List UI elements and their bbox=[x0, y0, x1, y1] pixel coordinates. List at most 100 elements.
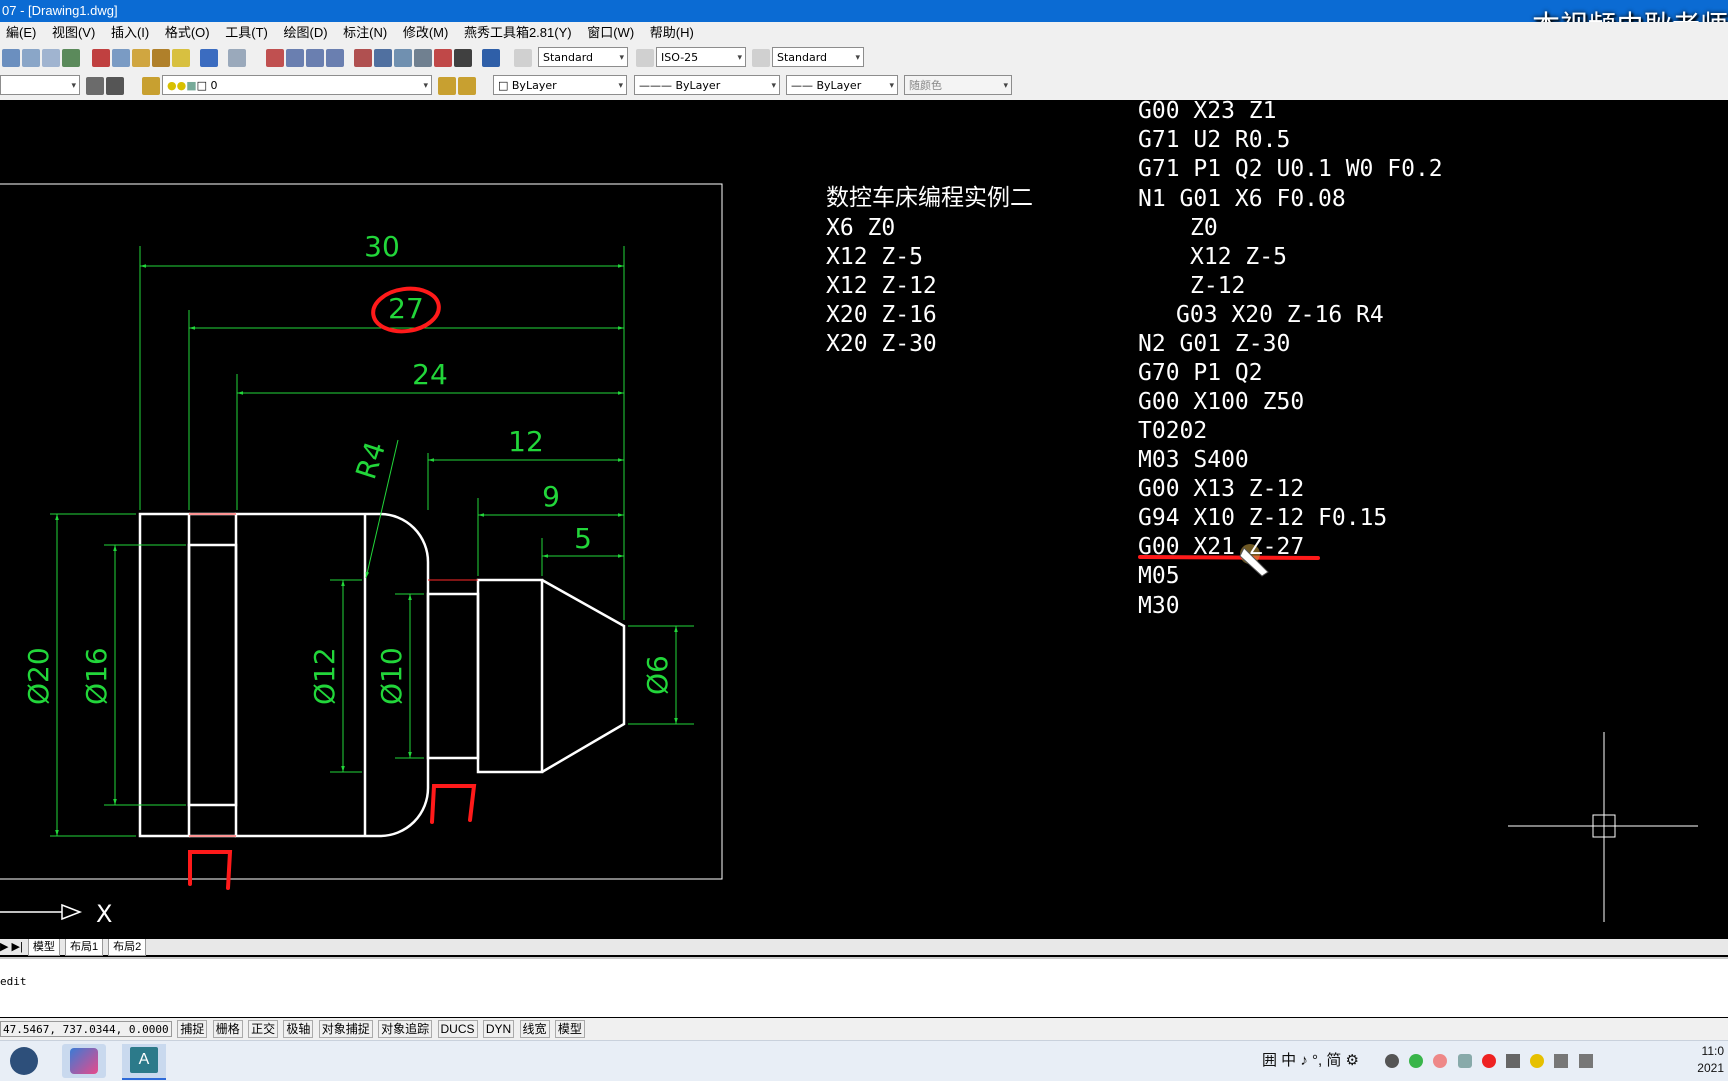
drawing-svg[interactable]: 30 27 24 12 9 5 R4 Ø20 Ø16 Ø12 Ø10 Ø6 X … bbox=[0, 98, 1728, 940]
plot-icon[interactable] bbox=[2, 49, 20, 67]
dim-text-27: 27 bbox=[388, 292, 424, 325]
sheet-set-icon[interactable] bbox=[414, 49, 432, 67]
tray-tool-icon[interactable] bbox=[1457, 1054, 1472, 1069]
program-line: Z0 bbox=[1190, 215, 1218, 241]
match-properties-icon[interactable] bbox=[152, 49, 170, 67]
tab-layout1[interactable]: 布局1 bbox=[64, 939, 104, 956]
color-select[interactable]: □ ByLayer ▾ bbox=[493, 75, 627, 95]
model-toggle[interactable]: 模型 bbox=[554, 1020, 585, 1038]
grid-toggle[interactable]: 栅格 bbox=[212, 1020, 243, 1038]
dim-text-dia12: Ø12 bbox=[308, 647, 341, 705]
menu-modify[interactable]: 修改(M) bbox=[397, 22, 455, 44]
status-bar: 47.5467, 737.0344, 0.0000 捕捉 栅格 正交 极轴 对象… bbox=[0, 1018, 1728, 1040]
drawing-heading: 数控车床编程实例二 bbox=[826, 185, 1033, 211]
program-line: M03 S400 bbox=[1138, 447, 1249, 473]
menu-help[interactable]: 帮助(H) bbox=[644, 22, 700, 44]
dim-style-icon bbox=[636, 49, 654, 67]
program-line: G00 X23 Z1 bbox=[1138, 100, 1276, 124]
menu-format[interactable]: 格式(O) bbox=[159, 22, 216, 44]
zoom-previous-icon[interactable] bbox=[326, 49, 344, 67]
tab-nav-prev-icon[interactable]: ▶ bbox=[0, 941, 8, 953]
tray-plus-icon[interactable] bbox=[1530, 1054, 1545, 1069]
menu-dimension[interactable]: 标注(N) bbox=[337, 22, 393, 44]
ime-indicator[interactable]: 囲 中 ♪ °, 简 ⚙ bbox=[1262, 1052, 1359, 1069]
notification-icon[interactable] bbox=[1505, 1054, 1520, 1069]
ucs-axis bbox=[0, 903, 83, 921]
point-line: X12 Z-5 bbox=[826, 244, 923, 270]
wechat-icon[interactable] bbox=[1409, 1054, 1424, 1069]
menu-insert[interactable]: 插入(I) bbox=[105, 22, 155, 44]
tab-nav-last-icon[interactable]: ▶| bbox=[12, 941, 23, 953]
clock[interactable]: 11:0 2021 bbox=[1697, 1043, 1724, 1077]
layer-select[interactable]: ●●■□ 0 ▾ bbox=[162, 75, 432, 95]
tab-layout2[interactable]: 布局2 bbox=[108, 939, 147, 956]
copy-icon[interactable] bbox=[112, 49, 130, 67]
axis-x-label: X bbox=[96, 900, 112, 928]
3d-dwf-icon[interactable] bbox=[62, 49, 80, 67]
program-line: G00 X100 Z50 bbox=[1138, 389, 1304, 415]
dim-text-dia20: Ø20 bbox=[22, 647, 55, 705]
tray-app-icon[interactable] bbox=[1385, 1054, 1400, 1069]
save-workspace-icon[interactable] bbox=[106, 77, 124, 95]
zoom-realtime-icon[interactable] bbox=[286, 49, 304, 67]
program-line: X12 Z-5 bbox=[1190, 244, 1287, 270]
pan-icon[interactable] bbox=[266, 49, 284, 67]
menu-window[interactable]: 窗口(W) bbox=[581, 22, 640, 44]
tab-model[interactable]: 模型 bbox=[27, 939, 60, 956]
ducs-toggle[interactable]: DUCS bbox=[437, 1020, 478, 1038]
command-history-line: edit bbox=[0, 975, 27, 988]
program-line: G71 U2 R0.5 bbox=[1138, 127, 1290, 153]
dyn-toggle[interactable]: DYN bbox=[482, 1020, 515, 1038]
menu-tools[interactable]: 工具(T) bbox=[219, 22, 274, 44]
workspace-select[interactable]: ▾ bbox=[0, 75, 80, 95]
publish-icon[interactable] bbox=[42, 49, 60, 67]
properties-icon[interactable] bbox=[354, 49, 372, 67]
network-icon[interactable] bbox=[1578, 1054, 1593, 1069]
osnap-toggle[interactable]: 对象捕捉 bbox=[318, 1020, 373, 1038]
drawing-canvas[interactable]: 30 27 24 12 9 5 R4 Ø20 Ø16 Ø12 Ø10 Ø6 X … bbox=[0, 98, 1728, 940]
record-icon[interactable] bbox=[1481, 1054, 1496, 1069]
lineweight-toggle[interactable]: 线宽 bbox=[519, 1020, 550, 1038]
taskbar-app-media-icon[interactable] bbox=[62, 1044, 106, 1078]
command-line[interactable]: edit bbox=[0, 957, 1728, 1017]
menu-edit[interactable]: 編(E) bbox=[0, 22, 42, 44]
linetype-select[interactable]: ——— ByLayer ▾ bbox=[634, 75, 780, 95]
snap-toggle[interactable]: 捕捉 bbox=[177, 1020, 208, 1038]
markup-icon[interactable] bbox=[434, 49, 452, 67]
undo-icon[interactable] bbox=[200, 49, 218, 67]
workspace-settings-icon[interactable] bbox=[86, 77, 104, 95]
clock-time: 11:0 bbox=[1701, 1044, 1724, 1058]
table-style-select[interactable]: Standard ▾ bbox=[772, 47, 864, 67]
polar-toggle[interactable]: 极轴 bbox=[283, 1020, 314, 1038]
dim-style-select[interactable]: ISO-25 ▾ bbox=[656, 47, 746, 67]
calculator-icon[interactable] bbox=[454, 49, 472, 67]
zoom-window-icon[interactable] bbox=[306, 49, 324, 67]
menu-view[interactable]: 视图(V) bbox=[46, 22, 101, 44]
menu-draw[interactable]: 绘图(D) bbox=[277, 22, 333, 44]
paste-icon[interactable] bbox=[132, 49, 150, 67]
help-icon[interactable] bbox=[482, 49, 500, 67]
program-line: G00 X21 Z-27 bbox=[1138, 534, 1304, 560]
program-line: N2 G01 Z-30 bbox=[1138, 331, 1290, 357]
tool-palettes-icon[interactable] bbox=[394, 49, 412, 67]
lightbulb-icon: ● bbox=[167, 79, 177, 92]
menu-yanxiu-tools[interactable]: 燕秀工具箱2.81(Y) bbox=[458, 22, 578, 44]
design-center-icon[interactable] bbox=[374, 49, 392, 67]
lineweight-select[interactable]: —— ByLayer ▾ bbox=[786, 75, 898, 95]
ortho-toggle[interactable]: 正交 bbox=[248, 1020, 279, 1038]
cut-icon[interactable] bbox=[92, 49, 110, 67]
make-object-layer-current-icon[interactable] bbox=[438, 77, 456, 95]
qq-icon[interactable] bbox=[1433, 1054, 1448, 1069]
plot-preview-icon[interactable] bbox=[22, 49, 40, 67]
block-editor-icon[interactable] bbox=[172, 49, 190, 67]
layer-previous-icon[interactable] bbox=[458, 77, 476, 95]
start-icon[interactable] bbox=[10, 1047, 38, 1075]
redo-icon[interactable] bbox=[228, 49, 246, 67]
volume-icon[interactable] bbox=[1554, 1054, 1569, 1069]
extension-lines bbox=[50, 246, 694, 837]
dim-text-9: 9 bbox=[542, 480, 560, 513]
text-style-select[interactable]: Standard ▾ bbox=[538, 47, 628, 67]
otrack-toggle[interactable]: 对象追踪 bbox=[378, 1020, 433, 1038]
layer-manager-icon[interactable] bbox=[142, 77, 160, 95]
taskbar-app-autocad-icon[interactable]: A bbox=[122, 1044, 166, 1080]
